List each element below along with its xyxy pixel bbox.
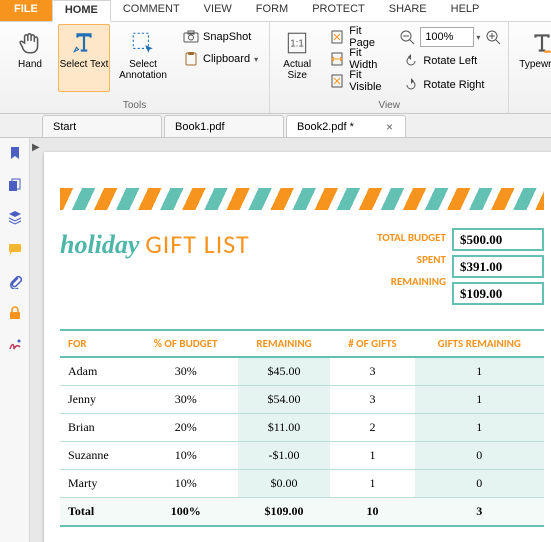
- attachment-icon[interactable]: [6, 272, 24, 290]
- table-row: Marty10%$0.0010: [60, 470, 544, 498]
- svg-text:1:1: 1:1: [290, 38, 304, 49]
- table-row: Adam30%$45.0031: [60, 357, 544, 386]
- lock-icon[interactable]: [6, 304, 24, 322]
- table-header-row: FOR % OF BUDGET REMAINING # OF GIFTS GIF…: [60, 330, 544, 357]
- clipboard-label: Clipboard: [203, 53, 250, 65]
- menu-bar: FILE HOME COMMENT VIEW FORM PROTECT SHAR…: [0, 0, 551, 22]
- typewriter-label: Typewriter: [519, 59, 551, 70]
- fit-visible-label: Fit Visible: [349, 69, 387, 93]
- table-row: Suzanne10%-$1.0010: [60, 442, 544, 470]
- group-typewriter: Typewriter: [509, 22, 551, 113]
- rotate-left-button[interactable]: Rotate Left: [396, 50, 504, 72]
- select-annotation-button[interactable]: Select Annotation: [112, 24, 174, 92]
- header-stripe: [60, 188, 544, 210]
- actual-size-button[interactable]: 1:1 Actual Size: [274, 24, 320, 92]
- menu-protect[interactable]: PROTECT: [300, 0, 377, 21]
- tab-book2[interactable]: Book2.pdf * ×: [286, 115, 406, 137]
- menu-help[interactable]: HELP: [439, 0, 492, 21]
- select-annotation-icon: [129, 29, 157, 57]
- menu-form[interactable]: FORM: [244, 0, 300, 21]
- rotate-right-label: Rotate Right: [423, 79, 484, 91]
- group-tools-label: Tools: [4, 99, 265, 113]
- group-view-label: View: [274, 99, 504, 113]
- select-text-label: Select Text: [60, 59, 109, 70]
- workspace: ▶ holiday GIFT LIST TOTAL BUDGET SPENT R…: [0, 138, 551, 542]
- budget-summary: TOTAL BUDGET SPENT REMAINING $500.00 $39…: [377, 228, 544, 305]
- document-area[interactable]: ▶ holiday GIFT LIST TOTAL BUDGET SPENT R…: [30, 138, 551, 542]
- bookmark-icon[interactable]: [6, 144, 24, 162]
- menu-home[interactable]: HOME: [52, 0, 111, 22]
- tab-book1[interactable]: Book1.pdf: [164, 115, 284, 137]
- actual-size-label: Actual Size: [275, 59, 319, 81]
- rotate-right-button[interactable]: Rotate Right: [396, 74, 504, 96]
- zoom-out-icon: [399, 29, 415, 45]
- signature-icon[interactable]: [6, 336, 24, 354]
- page-title: holiday GIFT LIST: [60, 228, 250, 260]
- group-view: 1:1 Actual Size Fit Page Fit Width Fit V…: [270, 22, 509, 113]
- select-text-icon: [70, 29, 98, 57]
- chevron-down-icon[interactable]: ▾: [476, 33, 480, 42]
- typewriter-button[interactable]: Typewriter: [513, 24, 551, 92]
- group-tools: Hand Select Text Select Annotation: [0, 22, 270, 113]
- hand-button[interactable]: Hand: [4, 24, 56, 92]
- hand-icon: [16, 29, 44, 57]
- ribbon: Hand Select Text Select Annotation: [0, 22, 551, 114]
- snapshot-label: SnapShot: [203, 31, 251, 43]
- spent-value: $391.00: [452, 255, 544, 278]
- remaining-value: $109.00: [452, 282, 544, 305]
- actual-size-icon: 1:1: [283, 29, 311, 57]
- chevron-down-icon: ▾: [254, 55, 258, 64]
- fit-width-icon: [329, 51, 345, 67]
- fit-visible-button[interactable]: Fit Visible: [322, 70, 394, 92]
- zoom-in-button[interactable]: [482, 26, 504, 48]
- comment-icon[interactable]: [6, 240, 24, 258]
- layers-icon[interactable]: [6, 208, 24, 226]
- rotate-left-icon: [403, 53, 419, 69]
- sidebar: [0, 138, 30, 542]
- total-budget-value: $500.00: [452, 228, 544, 251]
- rotate-left-label: Rotate Left: [423, 55, 477, 67]
- rotate-right-icon: [403, 77, 419, 93]
- fit-width-label: Fit Width: [349, 47, 387, 71]
- fit-page-icon: [329, 29, 345, 45]
- page: holiday GIFT LIST TOTAL BUDGET SPENT REM…: [44, 152, 551, 542]
- menu-view[interactable]: VIEW: [192, 0, 244, 21]
- table-row: Brian20%$11.0021: [60, 414, 544, 442]
- hand-label: Hand: [18, 59, 42, 70]
- zoom-out-button[interactable]: [396, 26, 418, 48]
- clipboard-icon: [183, 51, 199, 67]
- menu-file[interactable]: FILE: [0, 0, 52, 21]
- menu-share[interactable]: SHARE: [377, 0, 439, 21]
- snapshot-button[interactable]: SnapShot: [176, 26, 265, 48]
- fit-visible-icon: [329, 73, 345, 89]
- fit-page-label: Fit Page: [349, 25, 387, 49]
- close-icon[interactable]: ×: [384, 120, 395, 134]
- document-tabs: Start Book1.pdf Book2.pdf * ×: [0, 114, 551, 138]
- expand-arrow-icon[interactable]: ▶: [32, 142, 40, 153]
- zoom-in-icon: [485, 29, 501, 45]
- camera-icon: [183, 29, 199, 45]
- fit-page-button[interactable]: Fit Page: [322, 26, 394, 48]
- select-text-button[interactable]: Select Text: [58, 24, 110, 92]
- typewriter-icon: [528, 29, 551, 57]
- zoom-input[interactable]: [420, 27, 474, 47]
- menu-comment[interactable]: COMMENT: [111, 0, 192, 21]
- pages-icon[interactable]: [6, 176, 24, 194]
- clipboard-button[interactable]: Clipboard ▾: [176, 48, 265, 70]
- table-row: Jenny30%$54.0031: [60, 386, 544, 414]
- table-total-row: Total100%$109.00103: [60, 498, 544, 527]
- select-annotation-label: Select Annotation: [113, 59, 173, 81]
- fit-width-button[interactable]: Fit Width: [322, 48, 394, 70]
- gift-table: FOR % OF BUDGET REMAINING # OF GIFTS GIF…: [60, 329, 544, 527]
- tab-start[interactable]: Start: [42, 115, 162, 137]
